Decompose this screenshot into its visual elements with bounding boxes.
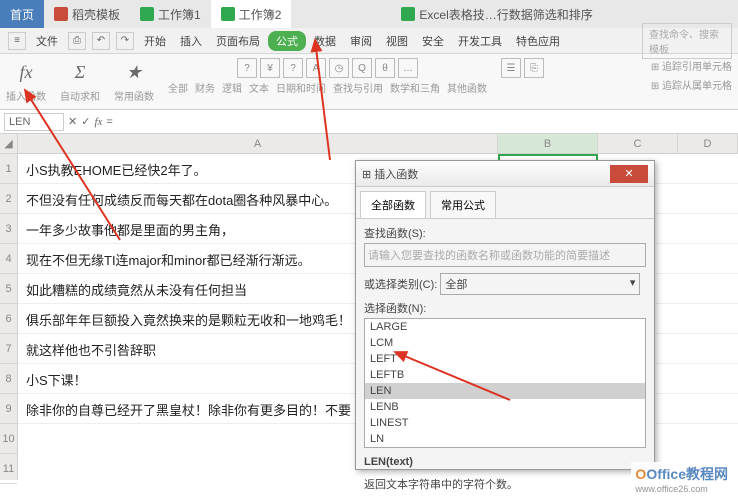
tab-workbook1[interactable]: 工作簿1 [130,0,211,28]
fn-item[interactable]: LEFTB [365,367,645,383]
redo-icon[interactable]: ↷ [116,32,134,50]
corner[interactable]: ◢ [0,134,17,154]
close-icon[interactable]: ✕ [610,165,648,183]
fx-icon[interactable]: fx [94,116,102,128]
pick-label: 选择函数(N): [364,300,646,316]
fn-item[interactable]: LEFT [365,351,645,367]
tab-daoketemplate[interactable]: 稻壳模板 [44,0,130,28]
col-header[interactable]: B [498,134,598,153]
menu-formula[interactable]: 公式 [268,31,306,51]
sheet-icon [401,7,415,21]
row-header[interactable]: 9 [0,394,17,424]
menu-safe[interactable]: 安全 [416,30,450,52]
menu-view[interactable]: 视图 [380,30,414,52]
accept-icon[interactable]: ✓ [81,115,90,128]
menu-dev[interactable]: 开发工具 [452,30,508,52]
menu-file[interactable]: 文件 [30,30,64,52]
tab-home[interactable]: 首页 [0,0,44,28]
row-header[interactable]: 3 [0,214,17,244]
fn-lookup-icon[interactable]: Q [352,58,372,78]
fn-item[interactable]: LN [365,431,645,447]
menu-insert[interactable]: 插入 [174,30,208,52]
category-label: 或选择类别(C): [364,279,437,291]
row-header[interactable]: 8 [0,364,17,394]
search-label: 查找函数(S): [364,225,646,241]
watermark: OOffice教程网 www.office26.com [631,462,732,496]
paste-name-icon[interactable]: ⎘ [524,58,544,78]
trace-precedents[interactable]: ⊞ 追踪引用单元格 [651,58,732,73]
sheet-icon [140,7,154,21]
row-header[interactable]: 2 [0,184,17,214]
fn-finance-icon[interactable]: ¥ [260,58,280,78]
fn-text-icon[interactable]: A [306,58,326,78]
name-box[interactable]: LEN [4,113,64,131]
insert-function-icon[interactable]: fx [11,58,41,86]
sheet-icon [221,7,235,21]
tab-all-functions[interactable]: 全部函数 [360,191,426,218]
common-fn-icon[interactable]: ★ [119,58,149,86]
tab-workbook2[interactable]: 工作簿2 [211,0,292,28]
col-header[interactable]: D [678,134,738,153]
dialog-title: ⊞ 插入函数 [362,166,418,182]
ribbon-label: 常用函数 [114,88,154,103]
fn-item[interactable]: LINEST [365,415,645,431]
ribbon-label: 自动求和 [60,88,100,103]
cancel-icon[interactable]: ✕ [68,115,77,128]
menu-layout[interactable]: 页面布局 [210,30,266,52]
row-header[interactable]: 11 [0,454,17,484]
fn-logic-icon[interactable]: ? [283,58,303,78]
menu-review[interactable]: 审阅 [344,30,378,52]
name-mgr-icon[interactable]: ☰ [501,58,521,78]
function-list[interactable]: LARGE LCM LEFT LEFTB LEN LENB LINEST LN [364,318,646,448]
fn-item[interactable]: LARGE [365,319,645,335]
fn-other-icon[interactable]: … [398,58,418,78]
fn-item[interactable]: LCM [365,335,645,351]
menu-special[interactable]: 特色应用 [510,30,566,52]
row-header[interactable]: 6 [0,304,17,334]
fn-item[interactable]: LENB [365,399,645,415]
fn-description: 返回文本字符串中的字符个数。 [364,476,646,492]
save-icon[interactable]: ⎙ [68,32,86,50]
tab-excel-tips[interactable]: Excel表格技…行数据筛选和排序 [391,0,602,28]
formula-input[interactable]: = [106,116,112,128]
function-search-input[interactable]: 请输入您要查找的函数名称或函数功能的简要描述 [364,243,646,267]
row-header[interactable]: 7 [0,334,17,364]
col-header[interactable]: A [18,134,498,153]
category-select[interactable]: 全部 ▾ [440,273,640,295]
row-header[interactable]: 10 [0,424,17,454]
ribbon-label: 插入函数 [6,88,46,103]
fn-math-icon[interactable]: θ [375,58,395,78]
fn-item-selected[interactable]: LEN [365,383,645,399]
fn-date-icon[interactable]: ◷ [329,58,349,78]
fn-signature: LEN(text) [364,456,413,468]
row-header[interactable]: 1 [0,154,17,184]
app-menu-icon[interactable]: ≡ [8,32,26,50]
autosum-icon[interactable]: Σ [65,58,95,86]
trace-dependents[interactable]: ⊞ 追踪从属单元格 [651,77,732,92]
insert-function-dialog: ⊞ 插入函数 ✕ 全部函数 常用公式 查找函数(S): 请输入您要查找的函数名称或… [355,160,655,470]
tab-common-formulas[interactable]: 常用公式 [430,191,496,218]
col-header[interactable]: C [598,134,678,153]
undo-icon[interactable]: ↶ [92,32,110,50]
command-search[interactable]: 查找命令、搜索模板 [642,23,732,59]
menu-start[interactable]: 开始 [138,30,172,52]
wps-icon [54,7,68,21]
row-header[interactable]: 5 [0,274,17,304]
fn-all-icon[interactable]: ? [237,58,257,78]
row-header[interactable]: 4 [0,244,17,274]
menu-data[interactable]: 数据 [308,30,342,52]
